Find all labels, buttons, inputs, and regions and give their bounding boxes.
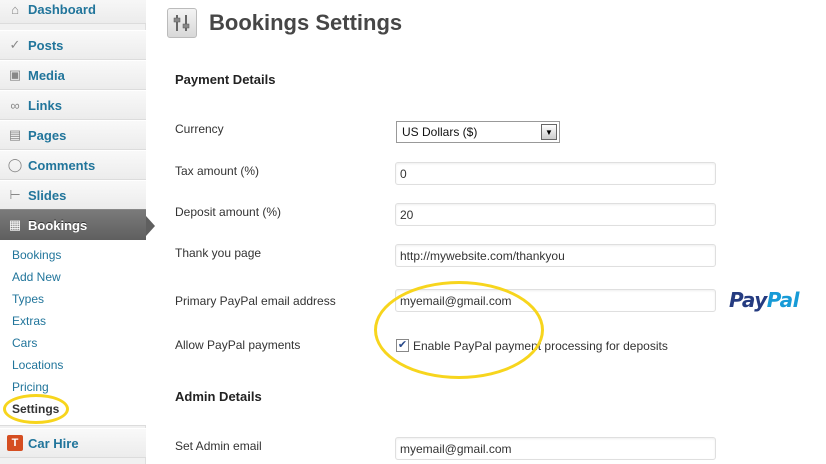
pin-icon: ✓ [9, 37, 21, 52]
pages-icon: ▤ [8, 127, 22, 142]
admin-section-title: Admin Details [175, 389, 262, 404]
submenu-item-cars[interactable]: Cars [12, 336, 37, 350]
admin-email-input[interactable] [395, 437, 716, 460]
link-icon: ∞ [10, 97, 20, 113]
menu-item-bookings[interactable]: ▦ Bookings [0, 209, 155, 241]
submenu-item-settings[interactable]: Settings [12, 402, 59, 416]
menu-label: Bookings [28, 217, 88, 233]
bookings-submenu: Bookings Add New Types Extras Cars Locat… [0, 240, 146, 426]
payment-section-title: Payment Details [175, 72, 276, 87]
menu-item-slides[interactable]: ⊢ Slides [0, 180, 146, 210]
main-content: Bookings Settings Payment Details Curren… [147, 0, 826, 464]
allow-paypal-checkbox-label[interactable]: Enable PayPal payment processing for dep… [413, 339, 668, 353]
menu-label: Comments [28, 157, 96, 173]
allow-paypal-label: Allow PayPal payments [175, 338, 301, 352]
menu-item-pages[interactable]: ▤ Pages [0, 120, 146, 150]
menu-item-car-hire[interactable]: T Car Hire [0, 428, 146, 458]
settings-sliders-icon [167, 8, 197, 38]
deposit-input[interactable] [395, 203, 716, 226]
submenu-item-locations[interactable]: Locations [12, 358, 63, 372]
tax-label: Tax amount (%) [175, 164, 260, 178]
currency-select[interactable]: US Dollars ($) ▼ [396, 121, 560, 143]
slides-icon: ⊢ [9, 187, 21, 202]
menu-label: Slides [28, 187, 67, 203]
comment-icon: ◯ [7, 157, 23, 172]
menu-label: Links [28, 97, 62, 113]
menu-item-links[interactable]: ∞ Links [0, 90, 146, 120]
submenu-item-pricing[interactable]: Pricing [12, 380, 49, 394]
admin-sidebar: ⌂ Dashboard ✓ Posts ▣ Media ∞ Links ▤ Pa… [0, 0, 155, 464]
car-hire-icon: T [7, 435, 23, 451]
submenu-item-types[interactable]: Types [12, 292, 44, 306]
paypal-logo: PayPal [729, 288, 800, 312]
media-icon: ▣ [8, 67, 22, 82]
menu-label: Dashboard [28, 1, 96, 17]
thankyou-label: Thank you page [175, 246, 262, 260]
submenu-item-extras[interactable]: Extras [12, 314, 46, 328]
bookings-icon: ▦ [8, 217, 22, 232]
currency-selected-value: US Dollars ($) [402, 125, 478, 139]
thankyou-input[interactable] [395, 244, 716, 267]
submenu-item-add-new[interactable]: Add New [12, 270, 61, 284]
submenu-item-bookings[interactable]: Bookings [12, 248, 61, 262]
menu-item-posts[interactable]: ✓ Posts [0, 30, 146, 60]
menu-item-dashboard[interactable]: ⌂ Dashboard [0, 0, 146, 24]
currency-label: Currency [175, 122, 224, 136]
paypal-logo-pal: Pal [766, 288, 800, 312]
menu-label: Media [28, 67, 65, 83]
menu-label: Pages [28, 127, 67, 143]
chevron-down-icon[interactable]: ▼ [541, 124, 557, 140]
menu-item-media[interactable]: ▣ Media [0, 60, 146, 90]
menu-label: Posts [28, 37, 64, 53]
paypal-email-label: Primary PayPal email address [175, 294, 336, 308]
paypal-email-input[interactable] [395, 289, 716, 312]
dashboard-icon: ⌂ [11, 1, 19, 17]
allow-paypal-checkbox[interactable]: ✔ [396, 339, 409, 352]
menu-label: Car Hire [28, 435, 79, 451]
menu-item-comments[interactable]: ◯ Comments [0, 150, 146, 180]
admin-email-label: Set Admin email [175, 439, 262, 453]
deposit-label: Deposit amount (%) [175, 205, 282, 219]
paypal-logo-pay: Pay [729, 288, 767, 312]
page-title: Bookings Settings [209, 10, 403, 35]
tax-input[interactable] [395, 162, 716, 185]
